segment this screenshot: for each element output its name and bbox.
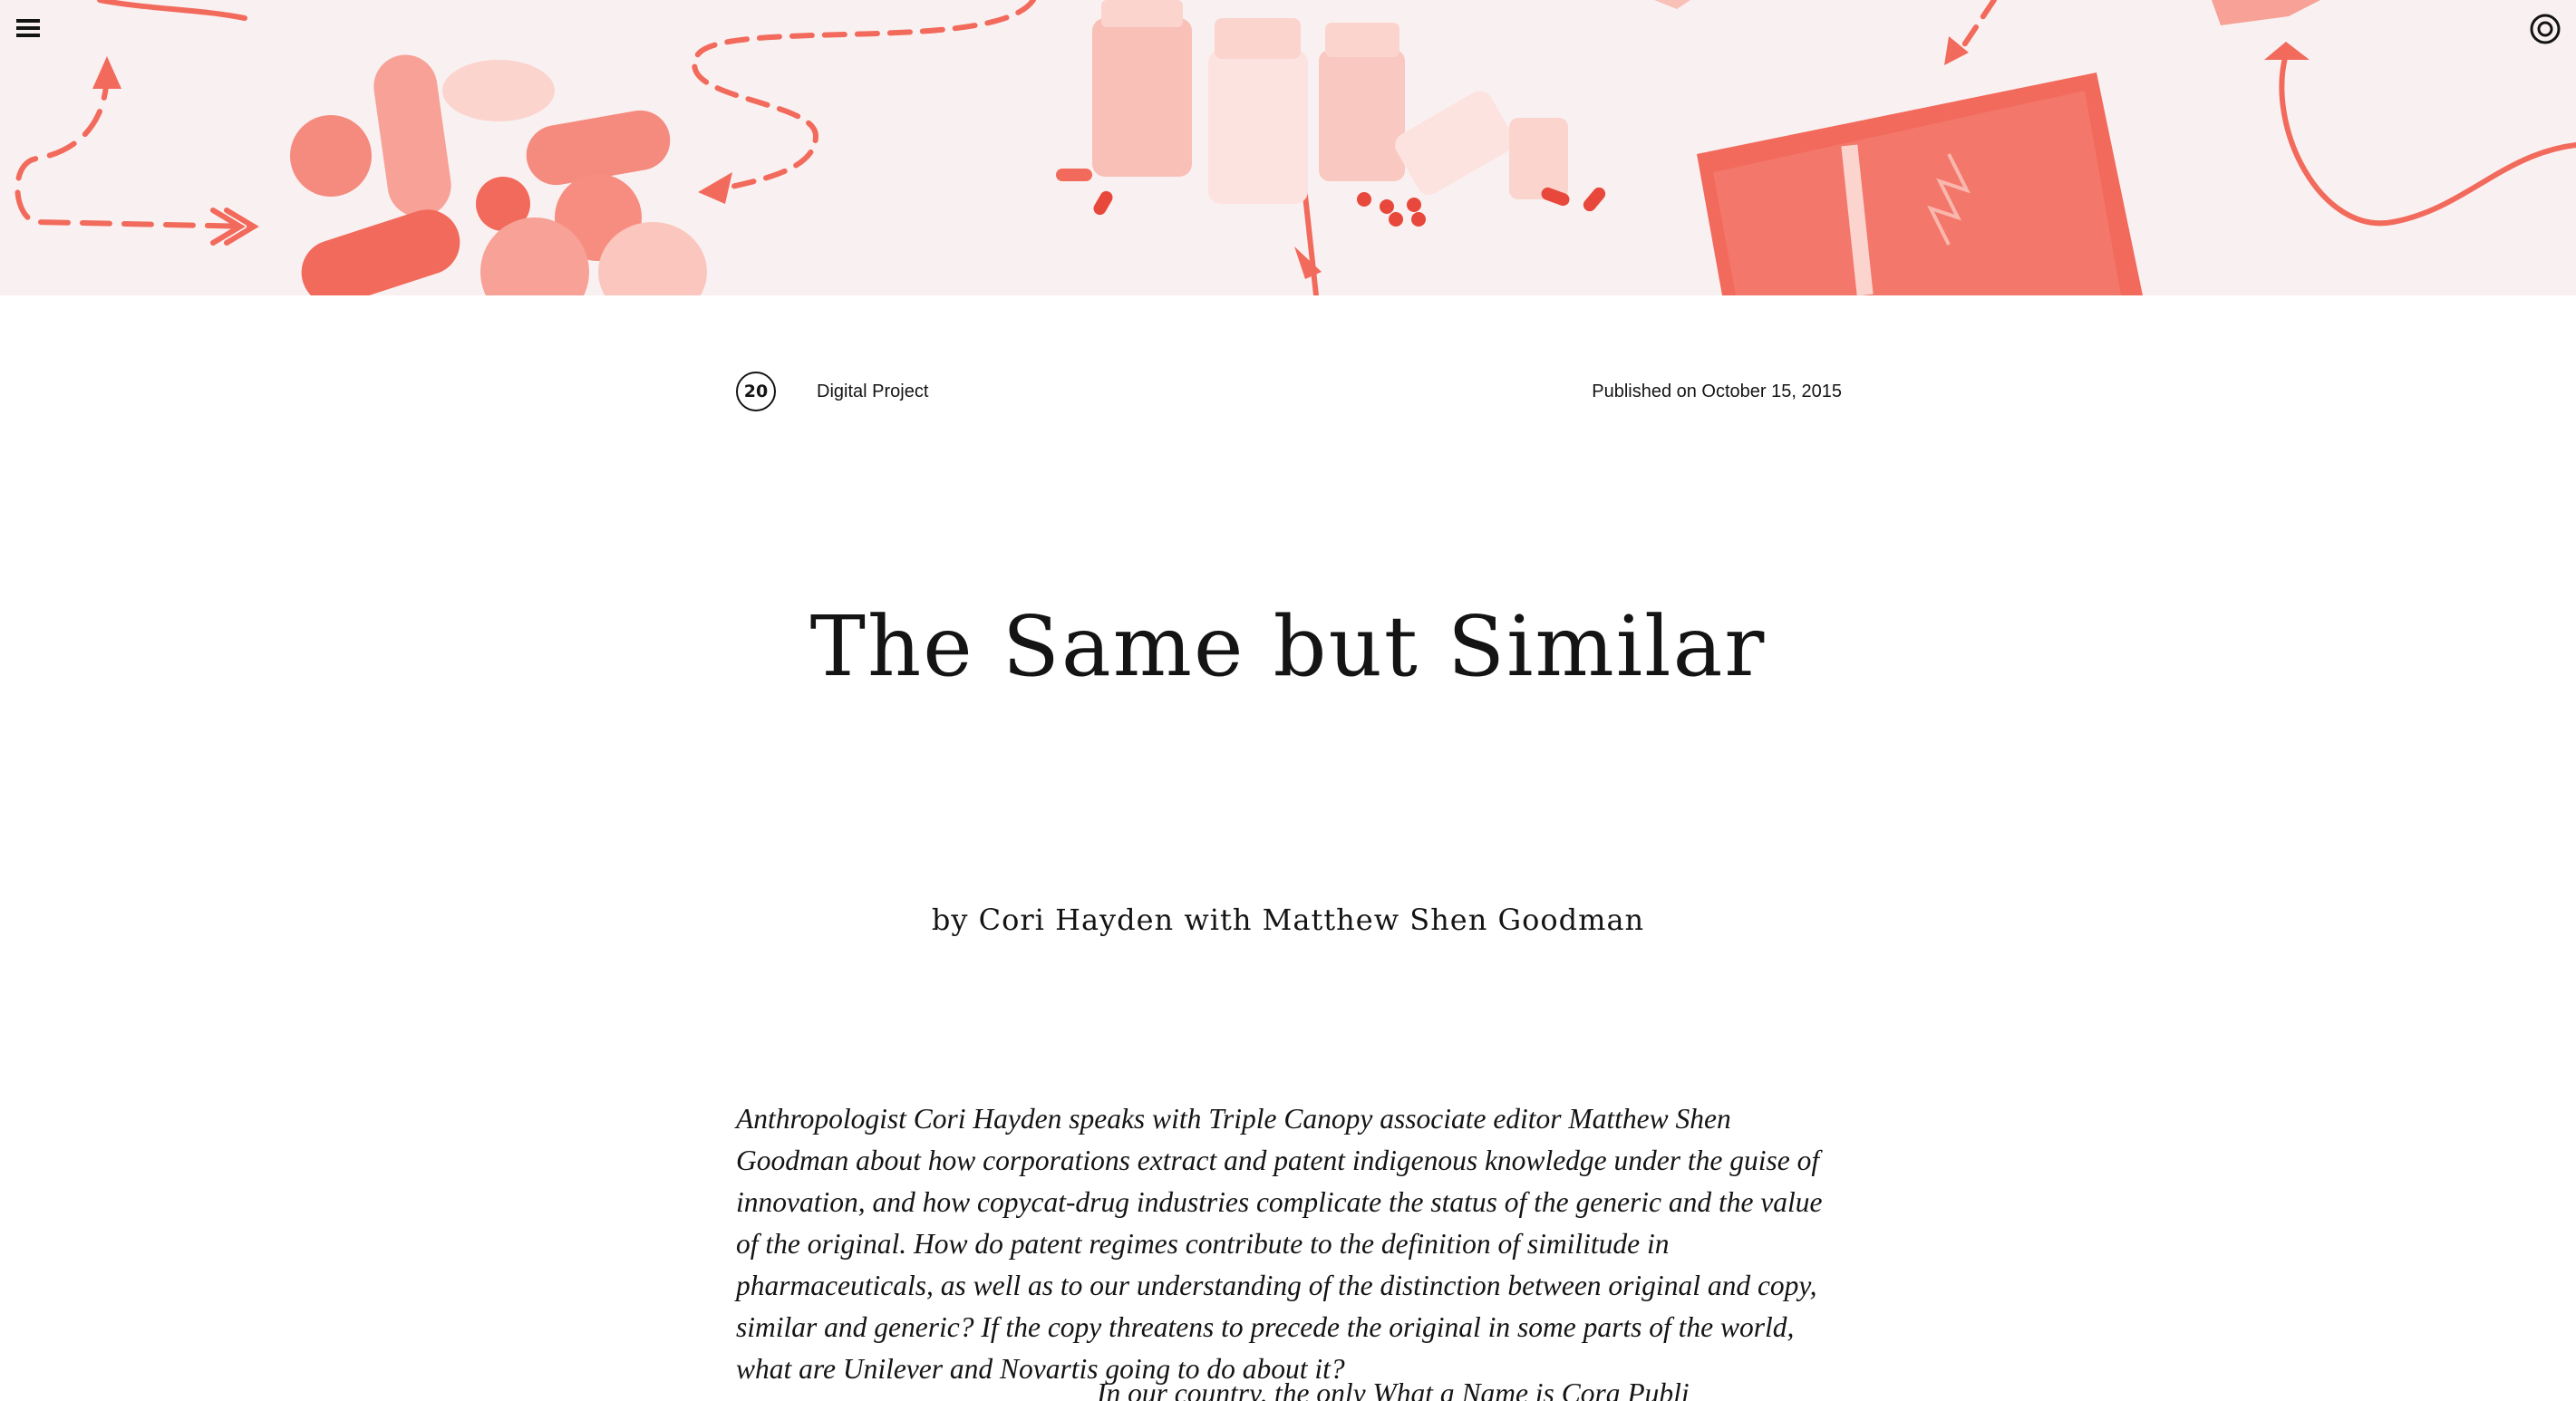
hero-illustration — [15, 0, 2576, 295]
article-deck: Anthropologist Cori Hayden speaks with T… — [736, 1103, 1823, 1385]
issue-number-badge[interactable]: 20 — [736, 372, 776, 411]
menu-button[interactable] — [13, 13, 45, 45]
published-date: Published on October 15, 2015 — [1592, 382, 1842, 401]
byline-joiner: with — [1184, 903, 1253, 937]
section-link[interactable]: Digital Project — [817, 382, 928, 402]
byline-prefix: by — [931, 903, 969, 937]
dashed-arrow-mid — [692, 0, 1036, 193]
hamburger-menu-icon — [16, 19, 40, 37]
article-meta: 20 Digital Project Published on October … — [736, 372, 1842, 415]
coauthor-link[interactable]: Matthew Shen Goodman — [1263, 903, 1645, 937]
byline: by Cori Hayden with Matthew Shen Goodman — [0, 903, 2576, 937]
article-title: The Same but Similar — [809, 598, 1767, 695]
page: 20 Digital Project Published on October … — [0, 0, 2576, 1401]
hero-banner — [0, 0, 2576, 295]
dashed-arrow-left — [15, 68, 257, 229]
article-next-line: In our country, the only What a Name is … — [1097, 1377, 1690, 1401]
logo-button[interactable] — [2527, 11, 2563, 47]
curve-right — [2279, 52, 2576, 227]
author-link[interactable]: Cori Hayden — [979, 903, 1175, 937]
circle-logo-icon — [2530, 14, 2561, 44]
